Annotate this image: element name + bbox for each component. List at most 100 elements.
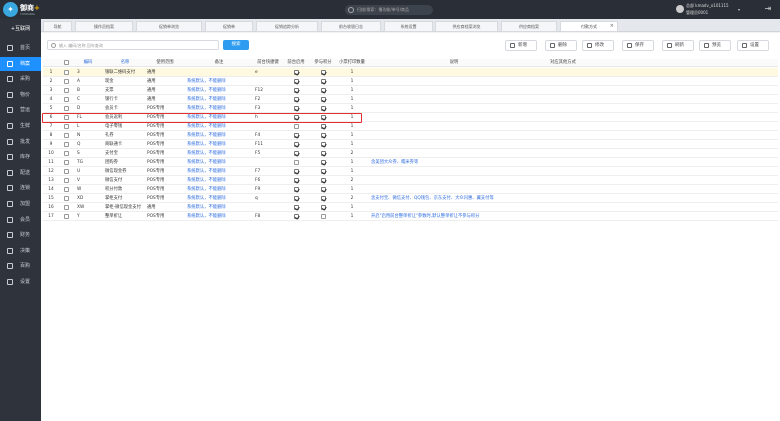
front-enabled-checkbox[interactable] bbox=[294, 106, 299, 111]
header-name[interactable]: 名称 bbox=[107, 59, 143, 67]
row-checkbox[interactable] bbox=[64, 97, 69, 102]
table-row[interactable]: 14 W 积分付款 POS专用 系统默认，不能删除 F9 1 bbox=[43, 185, 778, 194]
row-checkbox[interactable] bbox=[64, 70, 69, 75]
sidebar-item-7[interactable]: 库存 bbox=[0, 150, 41, 164]
close-icon[interactable]: × bbox=[610, 22, 614, 31]
table-row[interactable]: 5 D 会员卡 POS专用 系统默认，不能删除 F3 1 bbox=[43, 104, 778, 113]
front-enabled-checkbox[interactable] bbox=[294, 88, 299, 93]
row-checkbox[interactable] bbox=[64, 196, 69, 201]
row-checkbox[interactable] bbox=[64, 178, 69, 183]
toolbar-button-1[interactable]: 删除 bbox=[545, 40, 577, 51]
quick-search-box[interactable] bbox=[47, 40, 219, 50]
table-row[interactable]: 4 C 银行卡 通用 系统默认，不能删除 F2 1 bbox=[43, 95, 778, 104]
table-row[interactable]: 12 U 微信现金券 POS专用 系统默认，不能删除 F7 1 bbox=[43, 167, 778, 176]
table-row[interactable]: 11 TG 团购券 POS专用 系统默认，不能删除 1 含美团大众券、糯米券等 bbox=[43, 158, 778, 167]
front-enabled-checkbox[interactable] bbox=[294, 142, 299, 147]
points-checkbox[interactable] bbox=[321, 124, 326, 129]
sidebar-item-4[interactable]: 营运 bbox=[0, 103, 41, 117]
points-checkbox[interactable] bbox=[321, 88, 326, 93]
points-checkbox[interactable] bbox=[321, 151, 326, 156]
table-row[interactable]: 10 S 支付宝 POS专用 系统默认，不能删除 F5 2 bbox=[43, 149, 778, 158]
code-name-search-input[interactable] bbox=[59, 41, 217, 49]
tab-8[interactable]: 供应商档案 bbox=[501, 21, 557, 32]
row-checkbox[interactable] bbox=[64, 124, 69, 129]
row-checkbox[interactable] bbox=[64, 169, 69, 174]
front-enabled-checkbox[interactable] bbox=[294, 214, 299, 219]
table-row[interactable]: 15 XD 掌柜支付 POS专用 系统默认，不能删除 q 2 含支付宝、微信支付、QQ钱包、京… bbox=[43, 194, 778, 203]
tab-0[interactable]: 导航 bbox=[43, 21, 72, 32]
points-checkbox[interactable] bbox=[321, 106, 326, 111]
toolbar-button-3[interactable]: 保存 bbox=[622, 40, 654, 51]
row-checkbox[interactable] bbox=[64, 205, 69, 210]
tab-2[interactable]: 促销单浏览 bbox=[136, 21, 202, 32]
front-enabled-checkbox[interactable] bbox=[294, 133, 299, 138]
front-enabled-checkbox[interactable] bbox=[294, 205, 299, 210]
points-checkbox[interactable] bbox=[321, 205, 326, 210]
tab-1[interactable]: 操作员档案 bbox=[75, 21, 133, 32]
table-row[interactable]: 6 FL 会员返利 POS专用 系统默认，不能删除 h 1 bbox=[43, 113, 778, 122]
front-enabled-checkbox[interactable] bbox=[294, 169, 299, 174]
row-checkbox[interactable] bbox=[64, 187, 69, 192]
header-description[interactable]: 说明 bbox=[369, 59, 539, 67]
table-row[interactable]: 13 V 微信支付 POS专用 系统默认，不能删除 F6 2 bbox=[43, 176, 778, 185]
front-enabled-checkbox[interactable] bbox=[294, 178, 299, 183]
sidebar-item-1[interactable]: 档案 bbox=[0, 56, 41, 71]
points-checkbox[interactable] bbox=[321, 169, 326, 174]
sidebar-item-11[interactable]: 会员 bbox=[0, 213, 41, 227]
table-row[interactable]: 17 Y 整单折让 POS专用 系统默认，不能删除 F8 1 开启"启用前台整单折让"参数时,… bbox=[43, 212, 778, 221]
front-enabled-checkbox[interactable] bbox=[294, 151, 299, 156]
row-checkbox[interactable] bbox=[64, 88, 69, 93]
sidebar-item-14[interactable]: 百购 bbox=[0, 259, 41, 273]
front-enabled-checkbox[interactable] bbox=[294, 79, 299, 84]
points-checkbox[interactable] bbox=[321, 196, 326, 201]
row-checkbox[interactable] bbox=[64, 133, 69, 138]
row-checkbox[interactable] bbox=[64, 79, 69, 84]
sidebar-internet[interactable]: +互联网 bbox=[0, 24, 41, 35]
table-row[interactable]: 8 N 礼券 POS专用 系统默认，不能删除 F4 1 bbox=[43, 131, 778, 140]
points-checkbox[interactable] bbox=[321, 70, 326, 75]
header-ticket-count[interactable]: 小票打印数量 bbox=[337, 59, 367, 67]
header-points[interactable]: 参与积分 bbox=[311, 59, 335, 67]
row-checkbox[interactable] bbox=[64, 160, 69, 165]
points-checkbox[interactable] bbox=[321, 187, 326, 192]
front-enabled-checkbox[interactable] bbox=[294, 115, 299, 120]
header-remark[interactable]: 备注 bbox=[187, 59, 251, 67]
table-row[interactable]: 2 A 现金 通用 系统默认，不能删除 1 bbox=[43, 77, 778, 86]
app-logo[interactable]: ✦ 御商+ YUSHANG bbox=[3, 2, 47, 17]
points-checkbox[interactable] bbox=[321, 115, 326, 120]
points-checkbox[interactable] bbox=[321, 214, 326, 219]
row-checkbox[interactable] bbox=[64, 106, 69, 111]
toolbar-button-2[interactable]: 修改 bbox=[582, 40, 614, 51]
sidebar-item-5[interactable]: 生鲜 bbox=[0, 119, 41, 133]
sidebar-item-2[interactable]: 采购 bbox=[0, 72, 41, 86]
points-checkbox[interactable] bbox=[321, 133, 326, 138]
table-row[interactable]: 16 XW 掌柜-微信现金支付 通用 系统默认，不能删除 1 bbox=[43, 203, 778, 212]
front-enabled-checkbox[interactable] bbox=[294, 196, 299, 201]
table-row[interactable]: 3 B 支票 通用 系统默认，不能删除 F12 1 bbox=[43, 86, 778, 95]
global-search-input[interactable]: 扫描/搜索：播功能/单号/商品 bbox=[345, 5, 433, 15]
tab-7[interactable]: 供应商档案浏览 bbox=[435, 21, 498, 32]
table-row[interactable]: 1 3 银联二维码支付 通用 e 1 bbox=[43, 68, 778, 77]
sidebar-item-3[interactable]: 物价 bbox=[0, 88, 41, 102]
front-enabled-checkbox[interactable] bbox=[294, 187, 299, 192]
tab-6[interactable]: 系统设置 bbox=[384, 21, 433, 32]
toolbar-button-6[interactable]: 设置 bbox=[737, 40, 769, 51]
table-row[interactable]: 7 L 电子零钱 POS专用 系统默认，不能删除 1 bbox=[43, 122, 778, 131]
sidebar-item-12[interactable]: 财务 bbox=[0, 228, 41, 242]
points-checkbox[interactable] bbox=[321, 178, 326, 183]
sidebar-item-10[interactable]: 加盟 bbox=[0, 197, 41, 211]
row-checkbox[interactable] bbox=[64, 142, 69, 147]
points-checkbox[interactable] bbox=[321, 97, 326, 102]
tab-3[interactable]: 促销单 bbox=[205, 21, 253, 32]
header-other-method[interactable]: 对应其他方式 bbox=[543, 59, 583, 67]
row-checkbox[interactable] bbox=[64, 151, 69, 156]
select-all-checkbox[interactable] bbox=[64, 60, 69, 65]
points-checkbox[interactable] bbox=[321, 79, 326, 84]
points-checkbox[interactable] bbox=[321, 142, 326, 147]
sidebar-item-15[interactable]: 设置 bbox=[0, 275, 41, 289]
user-menu[interactable]: 总部 kmadv_o101115 管理员0001 ▾ bbox=[676, 2, 748, 17]
table-row[interactable]: 9 Q 商联通卡 POS专用 系统默认，不能删除 F11 1 bbox=[43, 140, 778, 149]
toolbar-button-5[interactable]: 预览 bbox=[699, 40, 731, 51]
sidebar-item-6[interactable]: 批发 bbox=[0, 135, 41, 149]
header-scope[interactable]: 使用范围 bbox=[147, 59, 183, 67]
